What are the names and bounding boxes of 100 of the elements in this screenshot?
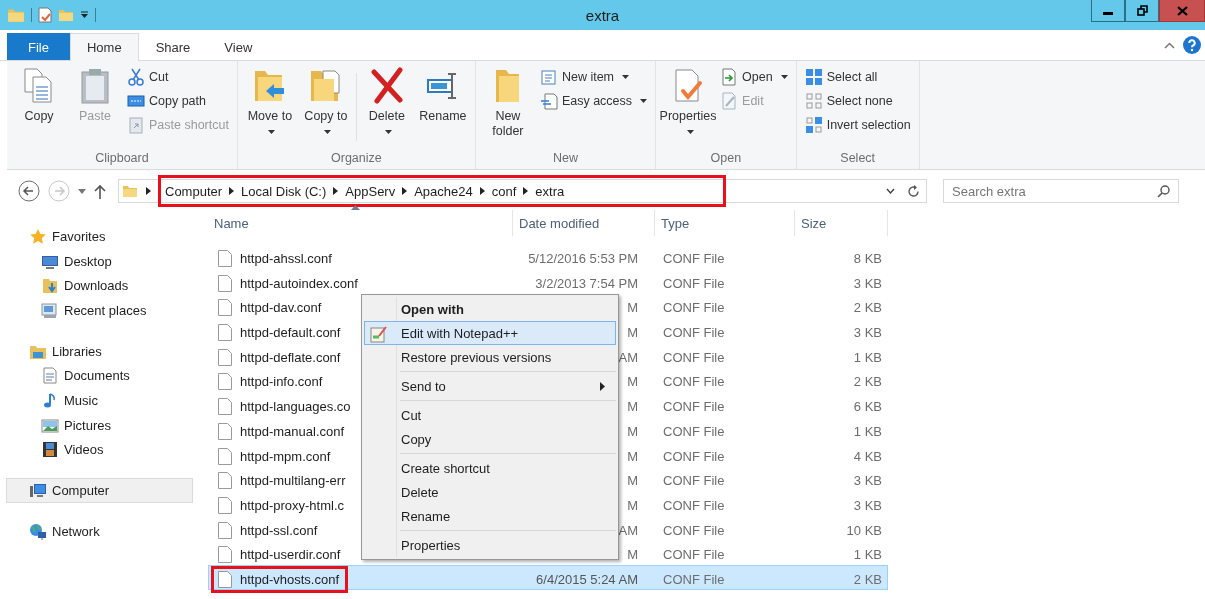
nav-item[interactable]: Recent places <box>6 298 193 323</box>
file-name: httpd-deflate.conf <box>240 349 341 365</box>
size-cell-text: 10 KB <box>845 522 883 538</box>
star-icon <box>29 227 47 245</box>
minimize-button[interactable] <box>1091 0 1125 22</box>
menu-item[interactable]: Edit with Notepad++ <box>364 321 616 345</box>
edit-icon <box>720 92 739 110</box>
breadcrumb[interactable]: Apache24 <box>410 183 477 199</box>
ribbon-button[interactable]: Select none <box>802 91 913 111</box>
refresh-icon[interactable] <box>907 184 920 198</box>
column-header[interactable]: Size <box>795 210 888 236</box>
breadcrumb[interactable]: AppServ <box>341 183 400 199</box>
column-header[interactable]: Type <box>655 210 795 236</box>
ribbon-button[interactable]: Copy <box>13 65 65 126</box>
size-cell-text: 3 KB <box>852 275 883 291</box>
ribbon-button[interactable]: Select all <box>802 67 913 87</box>
menu-item[interactable]: Restore previous versions <box>364 345 616 369</box>
restore-button[interactable] <box>1125 0 1159 22</box>
file-icon <box>218 496 232 514</box>
file-name: httpd-default.conf <box>240 325 341 341</box>
date-cell: M <box>627 473 638 489</box>
ribbon-button[interactable]: Delete <box>360 65 413 141</box>
invert-selection-icon <box>804 116 823 134</box>
scissors-icon <box>127 68 145 86</box>
file-icon <box>218 447 232 465</box>
close-button[interactable] <box>1159 0 1205 22</box>
ribbon-button[interactable]: New folder <box>481 65 534 141</box>
nav-item[interactable]: Computer <box>6 478 193 503</box>
nav-item[interactable]: Network <box>6 518 193 544</box>
recent-locations-icon[interactable] <box>78 188 86 194</box>
menu-item[interactable]: Delete <box>364 480 616 504</box>
file-icon <box>218 472 232 490</box>
menu-item[interactable]: Properties <box>364 533 616 557</box>
date-cell: M <box>627 448 638 464</box>
ribbon-tab[interactable]: Home <box>69 33 139 61</box>
film-icon <box>41 441 59 459</box>
breadcrumb[interactable]: Local Disk (C:) <box>237 183 331 199</box>
menu-item[interactable]: Send to <box>364 374 616 398</box>
date-cell: M <box>627 325 638 341</box>
breadcrumb[interactable]: extra <box>531 183 569 199</box>
nav-item[interactable]: Libraries <box>6 338 193 364</box>
nav-item[interactable]: Documents <box>6 363 193 389</box>
dropdown-icon[interactable] <box>886 188 895 194</box>
properties-icon[interactable] <box>38 7 52 23</box>
menu-item[interactable]: Open with <box>364 297 616 321</box>
column-header[interactable]: Date modified <box>513 210 655 236</box>
ribbon-button[interactable]: Properties <box>662 65 715 141</box>
ribbon-button[interactable]: Copy path <box>125 91 231 111</box>
nav-item[interactable]: Downloads <box>6 273 193 299</box>
ribbon-button[interactable]: Rename <box>416 65 469 126</box>
customize-icon[interactable] <box>80 11 89 19</box>
notepad-icon <box>370 325 388 343</box>
chevron-icon <box>146 187 151 195</box>
size-cell-text: 1 KB <box>852 423 883 439</box>
file-name: httpd-ssl.conf <box>240 522 318 538</box>
type-cell-text: CONF File <box>662 448 726 464</box>
breadcrumb[interactable]: conf <box>487 183 521 199</box>
ribbon-button[interactable]: Easy access <box>537 91 650 111</box>
nav-item[interactable]: Pictures <box>6 412 193 438</box>
ribbon-tab[interactable]: Share <box>138 33 208 60</box>
file-icon <box>218 299 232 317</box>
file-name: httpd-info.conf <box>240 374 323 390</box>
date-cell: M <box>627 497 638 513</box>
help-icon[interactable] <box>1183 36 1201 54</box>
date-cell: 5/12/2016 5:53 PM <box>528 251 638 266</box>
type-cell-text: CONF File <box>662 473 726 489</box>
group-label: New <box>552 151 579 167</box>
ribbon-tab[interactable]: File <box>7 33 70 60</box>
ribbon-button[interactable]: New item <box>537 67 650 87</box>
ribbon-button[interactable]: Move to <box>243 65 296 141</box>
group-label: Select <box>839 151 877 167</box>
nav-item[interactable]: Desktop <box>6 248 193 274</box>
search-field[interactable]: Search extra <box>943 179 1179 203</box>
menu-item[interactable]: Create shortcut <box>364 456 616 480</box>
collapse-ribbon-icon[interactable] <box>1164 41 1175 49</box>
menu-item[interactable]: Cut <box>364 403 616 427</box>
search-icon <box>1157 185 1170 198</box>
ribbon-button[interactable]: Cut <box>125 67 231 87</box>
selected-row[interactable]: httpd-vhosts.conf 6/4/2015 5:24 AM CONF File 2 KB <box>208 564 888 590</box>
size-cell-text: 2 KB <box>852 300 883 316</box>
type-cell-text: CONF File <box>662 325 726 341</box>
menu-item[interactable]: Rename <box>364 504 616 528</box>
up-button[interactable] <box>94 183 106 199</box>
date-cell: AM <box>618 349 638 365</box>
type-cell-text: CONF File <box>662 497 726 513</box>
ribbon-button[interactable]: Copy to <box>299 65 352 141</box>
nav-item[interactable]: Music <box>6 388 193 413</box>
menu-item[interactable]: Copy <box>364 427 616 451</box>
date-cell: M <box>627 374 638 390</box>
back-button[interactable] <box>18 180 40 202</box>
nav-item[interactable]: Favorites <box>6 224 193 249</box>
caret-icon <box>640 99 648 103</box>
breadcrumb[interactable]: Computer <box>161 183 227 199</box>
restore-icon <box>1136 5 1148 16</box>
file-icon <box>218 274 232 292</box>
ribbon-button[interactable]: Invert selection <box>802 115 913 135</box>
download-folder-icon <box>41 277 59 295</box>
ribbon-tab[interactable]: View <box>207 33 270 60</box>
ribbon-button[interactable]: Open <box>718 67 790 87</box>
nav-item[interactable]: Videos <box>6 437 193 463</box>
